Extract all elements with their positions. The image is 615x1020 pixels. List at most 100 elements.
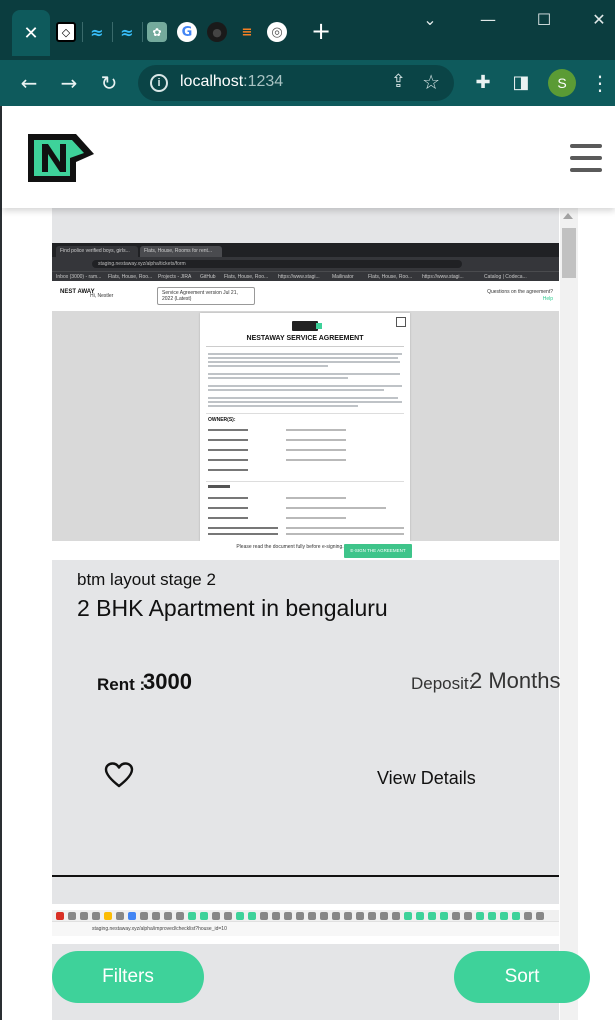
hamburger-line xyxy=(570,144,602,148)
favorite-heart-icon[interactable] xyxy=(104,761,134,789)
page-edge xyxy=(0,106,2,1020)
active-tab[interactable]: ✕ xyxy=(12,10,50,56)
image-help-link: Help xyxy=(542,296,553,302)
next-image-icon xyxy=(80,912,88,920)
new-tab-button[interactable]: + xyxy=(308,18,334,44)
image-doc-title: NESTAWAY SERVICE AGREEMENT xyxy=(246,335,364,342)
image-doc-text-line xyxy=(208,405,358,407)
image-greeting: Hi, Nestler xyxy=(90,293,114,299)
next-image-icon xyxy=(308,912,316,920)
image-url: staging.nestaway.xyz/alpha/tickets/form xyxy=(92,260,462,268)
scroll-up-arrow-icon[interactable] xyxy=(563,213,573,219)
image-doc-text-line xyxy=(208,357,398,359)
rent-value: 3000 xyxy=(143,669,192,694)
nestaway-logo[interactable] xyxy=(26,132,96,184)
image-agreement-document: NESTAWAY SERVICE AGREEMENT OWNER(S): xyxy=(200,313,410,541)
image-bookmarks-bar: Inbox (3000) - ram... Flats, House, Roo.… xyxy=(52,271,559,281)
image-bookmark: Catalog | Codeca... xyxy=(484,274,527,280)
tailwind-tab-icon[interactable]: ≈ xyxy=(117,22,137,42)
close-window-icon[interactable]: ✕ xyxy=(587,8,611,32)
tab-search-icon[interactable]: ⌄ xyxy=(418,8,442,32)
image-doc-value xyxy=(286,507,386,509)
image-doc-key xyxy=(208,507,248,509)
listing-title[interactable]: 2 BHK Apartment in bengaluru xyxy=(77,595,388,622)
next-image-icon xyxy=(68,912,76,920)
next-image-icon xyxy=(248,912,256,920)
image-doc-section xyxy=(208,485,230,488)
stackoverflow-tab-icon[interactable]: ≡ xyxy=(237,22,257,42)
codepen-tab-icon[interactable]: ◇ xyxy=(56,22,76,42)
image-doc-text-line xyxy=(208,373,400,375)
close-tab-icon[interactable]: ✕ xyxy=(23,23,38,44)
next-image-icon xyxy=(416,912,424,920)
image-bookmark: Flats, House, Roo... xyxy=(224,274,269,280)
next-image-icon xyxy=(476,912,484,920)
minimize-icon[interactable]: — xyxy=(476,8,500,32)
next-image-icon xyxy=(164,912,172,920)
github-tab-icon[interactable]: ● xyxy=(207,22,227,42)
tailwind-tab-icon[interactable]: ≈ xyxy=(87,22,107,42)
hamburger-menu-icon[interactable] xyxy=(570,144,602,172)
image-footer-text: Please read the document fully before e-… xyxy=(236,544,344,550)
next-image-icon xyxy=(392,912,400,920)
view-details-link[interactable]: View Details xyxy=(377,768,476,789)
chatgpt-tab-icon[interactable]: ✿ xyxy=(147,22,167,42)
next-image-icon xyxy=(224,912,232,920)
hamburger-line xyxy=(570,156,602,160)
next-image-icon xyxy=(464,912,472,920)
image-doc-key xyxy=(208,439,248,441)
image-doc-value xyxy=(286,533,404,535)
listing-image[interactable]: Find police verified boys, girls... Flat… xyxy=(52,243,559,560)
image-address-bar: staging.nestaway.xyz/alpha/tickets/form xyxy=(52,257,559,271)
next-image-url: staging.nestaway.xyz/alpha/improved/chec… xyxy=(92,926,227,932)
next-image-icon xyxy=(296,912,304,920)
image-question-text: Questions on the agreement? xyxy=(487,289,553,295)
reload-icon[interactable]: ↻ xyxy=(94,68,124,98)
next-listing-image[interactable]: staging.nestaway.xyz/alpha/improved/chec… xyxy=(52,904,559,944)
next-image-icon xyxy=(56,912,64,920)
image-tab: Flats, House, Rooms for rent... xyxy=(140,246,222,257)
tab-separator xyxy=(112,22,113,42)
rent-label: Rent : xyxy=(97,675,146,694)
next-image-icon xyxy=(176,912,184,920)
google-tab-icon[interactable]: G xyxy=(177,22,197,42)
extensions-icon[interactable]: ✚ xyxy=(468,68,498,98)
next-image-icon xyxy=(524,912,532,920)
image-sign-footer: Please read the document fully before e-… xyxy=(52,541,559,560)
image-bookmark: Inbox (3000) - ram... xyxy=(56,274,102,280)
menu-icon[interactable]: ⋮ xyxy=(585,68,615,98)
next-image-icon xyxy=(404,912,412,920)
share-icon[interactable]: ⇪ xyxy=(391,71,406,92)
image-doc-rule xyxy=(206,346,404,347)
next-image-icon xyxy=(200,912,208,920)
next-image-icon xyxy=(140,912,148,920)
image-doc-key xyxy=(208,497,248,499)
image-doc-value xyxy=(286,517,346,519)
address-bar[interactable]: i localhost:1234 ⇪ ☆ xyxy=(138,65,454,101)
image-bookmark: https://www.stagi... xyxy=(278,274,320,280)
next-image-icon xyxy=(272,912,280,920)
side-panel-icon[interactable]: ◨ xyxy=(506,68,536,98)
next-image-icon xyxy=(452,912,460,920)
image-sign-button: E-SIGN THE AGREEMENT xyxy=(344,544,412,558)
image-doc-text-line xyxy=(208,353,402,355)
next-image-icon xyxy=(260,912,268,920)
forward-icon[interactable]: → xyxy=(54,68,84,98)
profile-avatar[interactable]: S xyxy=(548,69,576,97)
scrollbar-thumb[interactable] xyxy=(562,228,576,278)
maximize-icon[interactable]: ☐ xyxy=(532,8,556,32)
back-icon[interactable]: ← xyxy=(14,68,44,98)
image-expand-icon xyxy=(396,317,406,327)
scrollbar-track[interactable] xyxy=(560,208,578,1020)
url-text[interactable]: localhost:1234 xyxy=(180,73,283,91)
filters-button[interactable]: Filters xyxy=(52,951,204,1003)
next-image-icon xyxy=(356,912,364,920)
chrome-tab-icon[interactable]: ◎ xyxy=(267,22,287,42)
bookmark-star-icon[interactable]: ☆ xyxy=(422,70,440,94)
next-image-icon xyxy=(188,912,196,920)
next-image-icon xyxy=(380,912,388,920)
image-bookmark: https://www.stagi... xyxy=(422,274,464,280)
site-info-icon[interactable]: i xyxy=(150,74,168,92)
sort-button[interactable]: Sort xyxy=(454,951,590,1003)
image-tab: Find police verified boys, girls... xyxy=(56,246,138,257)
